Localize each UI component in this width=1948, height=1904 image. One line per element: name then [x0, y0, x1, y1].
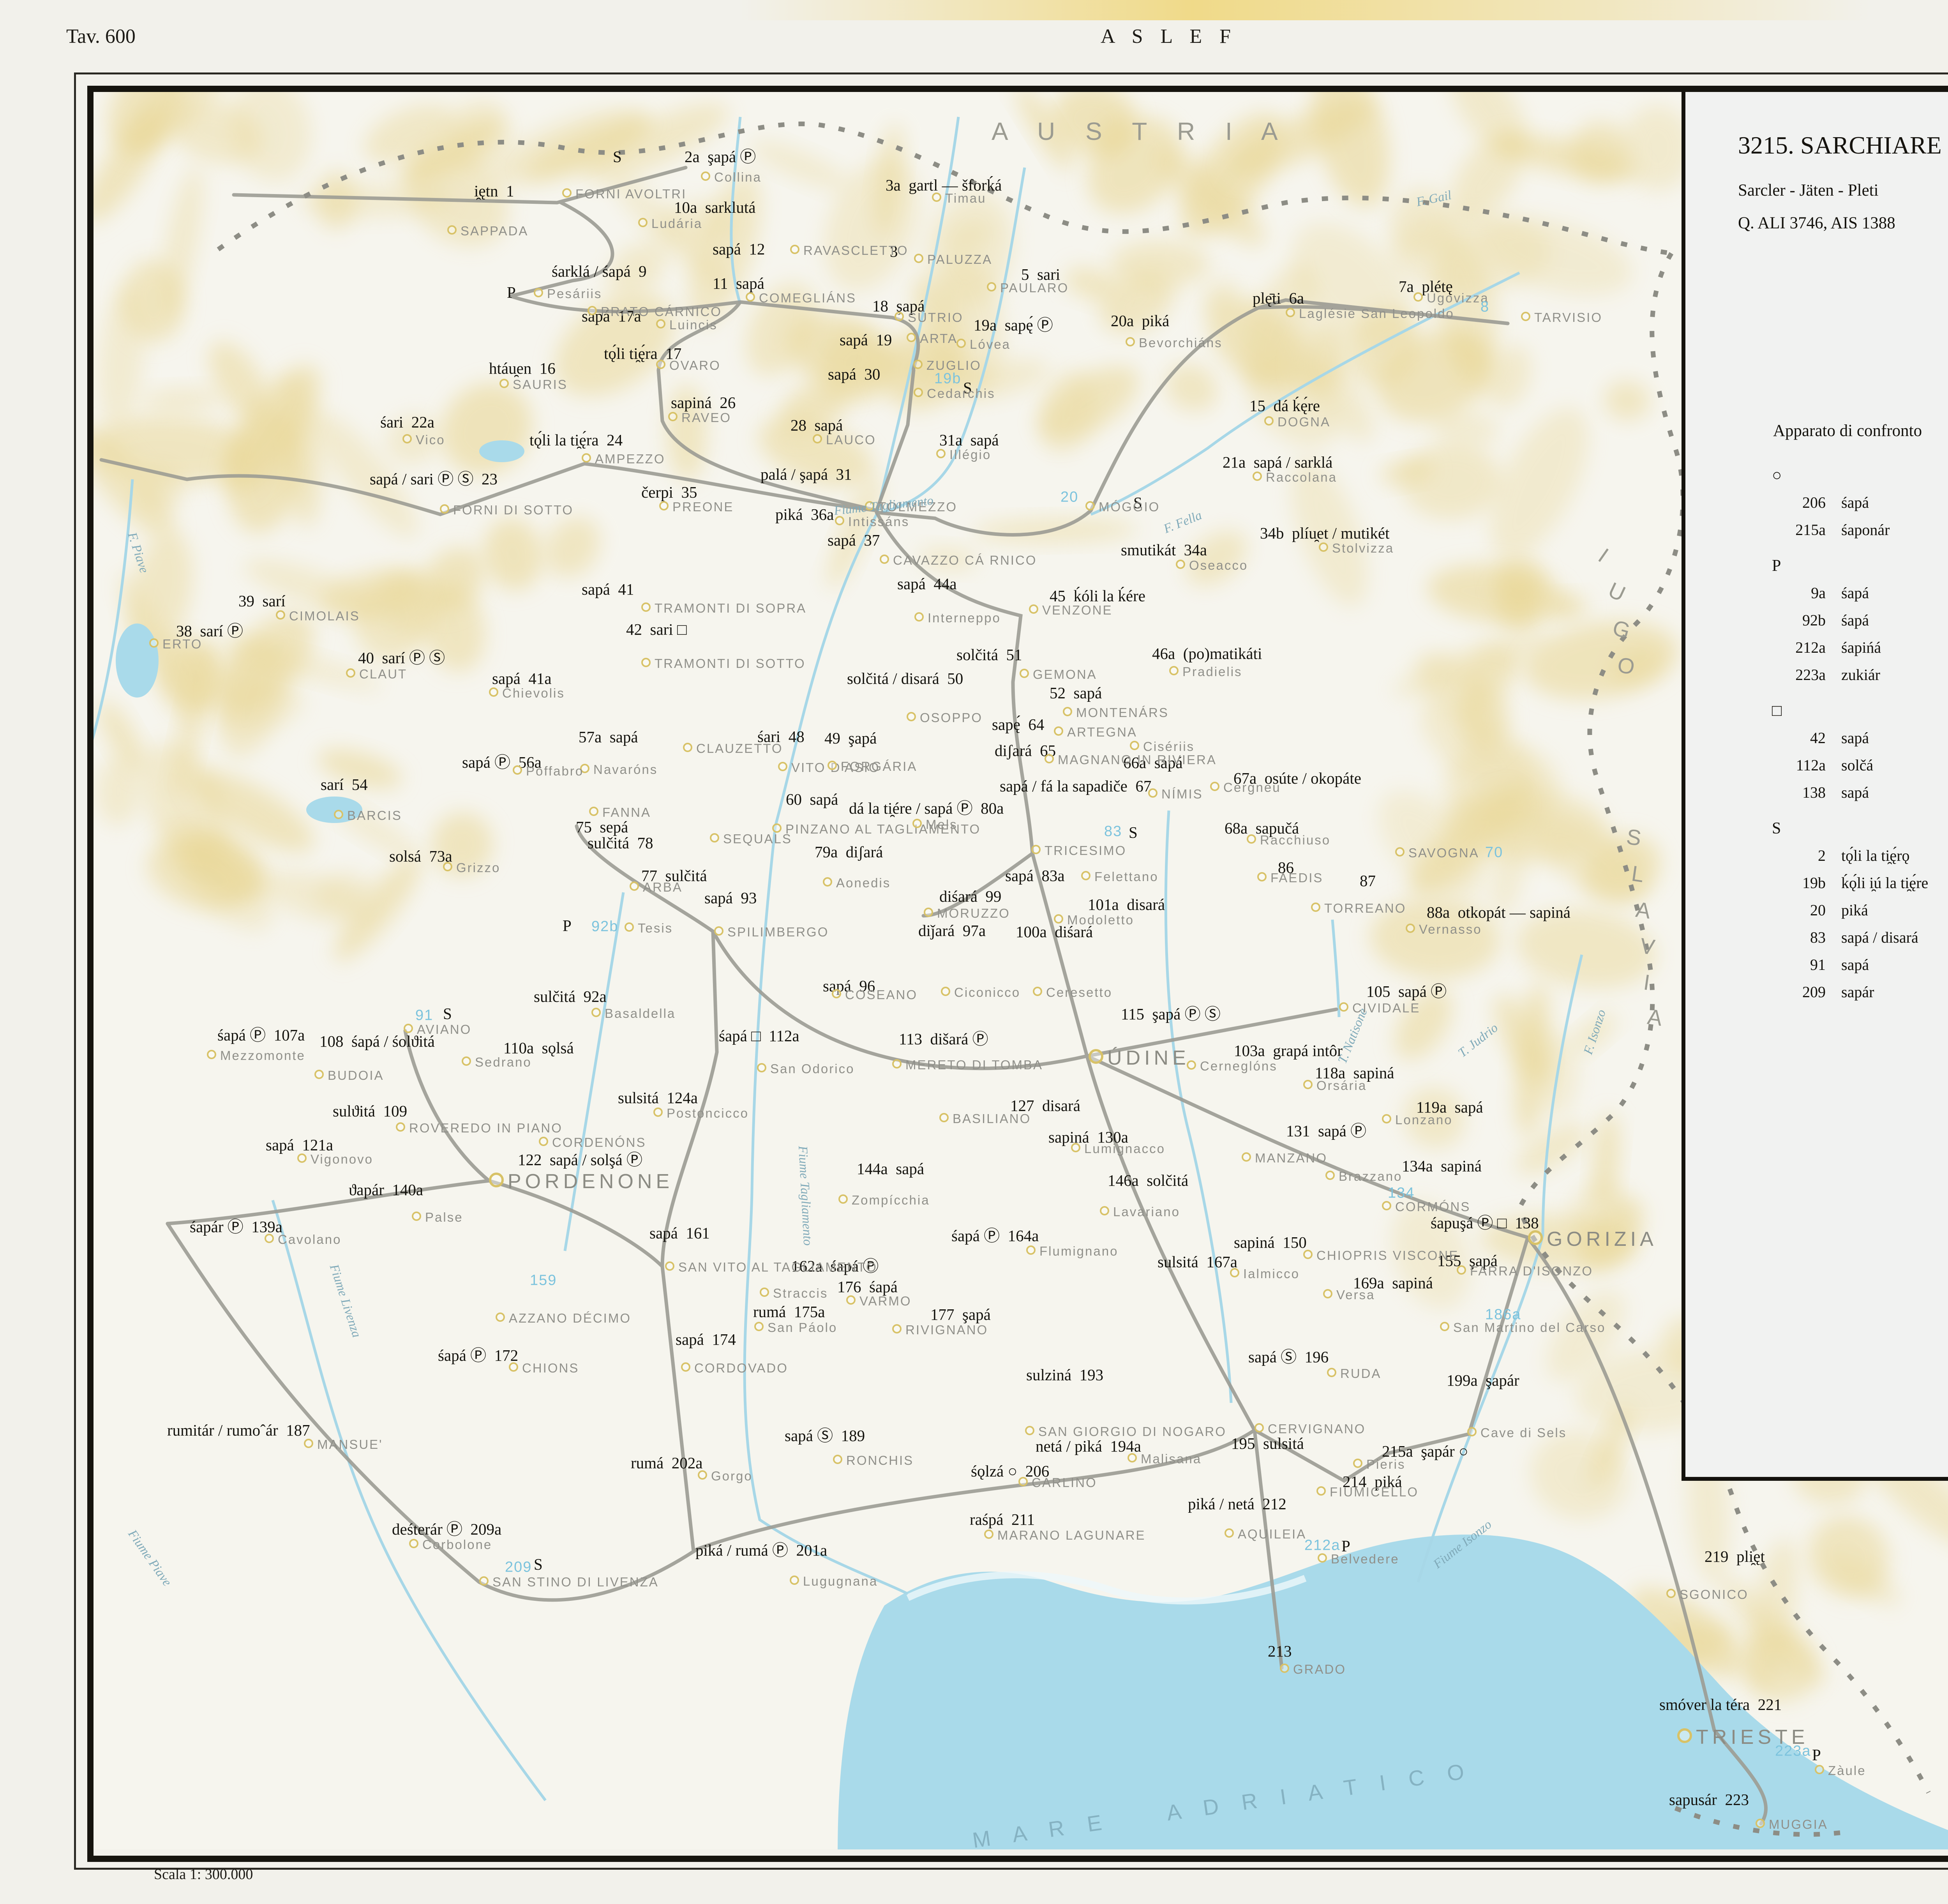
- scale-text: Scala 1: 300.000: [154, 1866, 253, 1883]
- inner-frame: [87, 86, 1948, 1862]
- atlas-sheet: Tav. 600 A S L E F Carta 424: [0, 0, 1948, 1904]
